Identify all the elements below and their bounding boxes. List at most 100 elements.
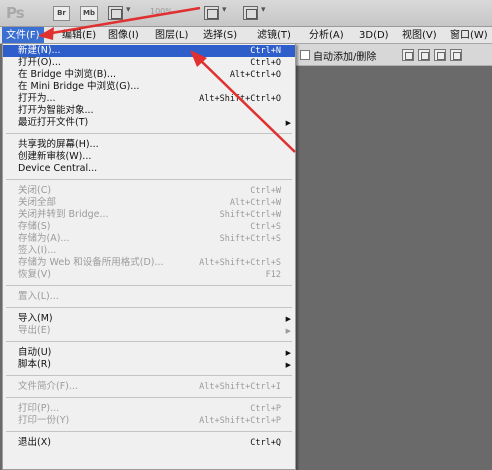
menu-item-close[interactable]: 关闭(C) Ctrl+W [3,185,295,197]
menu-separator [6,285,292,286]
view-extras-icon[interactable] [108,6,123,20]
path-intersect-icon[interactable] [434,49,446,61]
chevron-down-icon[interactable]: ▾ [126,5,131,15]
menu-analysis[interactable]: 分析(A) [305,27,348,44]
menu-separator [6,179,292,180]
menu-item-label: 关闭并转到 Bridge... [18,209,109,220]
menu-item-save[interactable]: 存储(S) Ctrl+S [3,221,295,233]
menu-3d[interactable]: 3D(D) [355,27,393,44]
chevron-down-icon[interactable]: ▾ [261,5,266,15]
menu-item-new-review[interactable]: 创建新审核(W)... [3,151,295,163]
submenu-arrow-icon: ▶ [285,119,291,127]
menu-item-label: 存储为(A)... [18,233,70,244]
menu-layer[interactable]: 图层(L) [151,27,192,44]
menu-item-place[interactable]: 置入(L)... [3,291,295,303]
menu-item-label: 打印(P)... [18,403,60,414]
menu-edit[interactable]: 编辑(E) [58,27,100,44]
menu-item-shortcut: Ctrl+Q [250,438,281,448]
menu-item-label: 打印一份(Y) [18,415,70,426]
menu-item-close-go-to-bridge[interactable]: 关闭并转到 Bridge... Shift+Ctrl+W [3,209,295,221]
menu-file[interactable]: 文件(F) [2,27,44,44]
menu-item-device-central[interactable]: Device Central... [3,163,295,175]
menu-item-shortcut: Alt+Shift+Ctrl+P [199,416,281,426]
submenu-arrow-icon: ▶ [285,361,291,369]
screen-mode-icon[interactable] [243,6,258,20]
menu-item-label: 置入(L)... [18,291,59,302]
mini-bridge-button[interactable]: Mb [80,6,98,21]
menu-item-label: 打开为... [18,93,56,104]
menu-item-shortcut: Alt+Shift+Ctrl+S [199,258,281,268]
path-exclude-icon[interactable] [450,49,462,61]
menu-item-automate[interactable]: 自动(U) ▶ [3,347,295,359]
menu-item-open[interactable]: 打开(O)... Ctrl+O [3,57,295,69]
menu-item-scripts[interactable]: 脚本(R) ▶ [3,359,295,371]
menu-item-shortcut: Alt+Shift+Ctrl+O [199,94,281,104]
menu-item-label: 文件简介(F)... [18,381,78,392]
menu-separator [6,307,292,308]
menu-item-label: 在 Bridge 中浏览(B)... [18,69,116,80]
menu-item-label: 新建(N)... [18,45,61,56]
photoshop-logo: Ps [6,4,25,22]
arrange-documents-icon[interactable] [204,6,219,20]
menu-item-open-as-smart-object[interactable]: 打开为智能对象... [3,105,295,117]
menu-item-label: 创建新审核(W)... [18,151,92,162]
menu-item-import[interactable]: 导入(M) ▶ [3,313,295,325]
menu-separator [6,397,292,398]
menu-item-browse-in-bridge[interactable]: 在 Bridge 中浏览(B)... Alt+Ctrl+O [3,69,295,81]
menu-item-shortcut: Ctrl+S [250,222,281,232]
menu-window[interactable]: 窗口(W) [446,27,492,44]
menu-item-open-as[interactable]: 打开为... Alt+Shift+Ctrl+O [3,93,295,105]
zoom-level[interactable]: 100% [150,7,173,16]
menu-item-label: Device Central... [18,163,98,174]
menu-item-shortcut: Alt+Shift+Ctrl+I [199,382,281,392]
menu-separator [6,133,292,134]
menu-item-recent-files[interactable]: 最近打开文件(T) ▶ [3,117,295,129]
menu-item-label: 导入(M) [18,313,53,324]
menu-item-browse-in-mini-bridge[interactable]: 在 Mini Bridge 中浏览(G)... [3,81,295,93]
chevron-down-icon[interactable]: ▾ [222,5,227,15]
menu-select[interactable]: 选择(S) [199,27,241,44]
menu-item-label: 关闭全部 [18,197,57,208]
menu-item-close-all[interactable]: 关闭全部 Alt+Ctrl+W [3,197,295,209]
menu-item-shortcut: Ctrl+P [250,404,281,414]
menu-item-shortcut: Alt+Ctrl+O [229,70,281,80]
menu-item-shortcut: Ctrl+N [250,46,281,56]
menu-item-save-for-web[interactable]: 存储为 Web 和设备所用格式(D)... Alt+Shift+Ctrl+S [3,257,295,269]
menu-item-revert[interactable]: 恢复(V) F12 [3,269,295,281]
menu-item-export[interactable]: 导出(E) ▶ [3,325,295,337]
menu-separator [6,341,292,342]
auto-add-delete-checkbox[interactable] [300,50,310,60]
menu-item-shortcut: F12 [265,270,281,280]
menu-filter[interactable]: 滤镜(T) [253,27,295,44]
menu-item-label: 退出(X) [18,437,51,448]
menu-item-file-info[interactable]: 文件简介(F)... Alt+Shift+Ctrl+I [3,381,295,393]
menu-view[interactable]: 视图(V) [398,27,441,44]
menu-item-check-in[interactable]: 签入(I)... [3,245,295,257]
menu-item-shortcut: Ctrl+O [250,58,281,68]
menu-item-label: 自动(U) [18,347,52,358]
menu-item-shortcut: Ctrl+W [250,186,281,196]
menu-item-shortcut: Shift+Ctrl+S [219,234,281,244]
auto-add-delete-label: 自动添加/删除 [313,52,377,63]
menu-image[interactable]: 图像(I) [104,27,143,44]
menu-item-save-as[interactable]: 存储为(A)... Shift+Ctrl+S [3,233,295,245]
path-subtract-icon[interactable] [418,49,430,61]
menu-item-label: 导出(E) [18,325,51,336]
app-bar: Ps Br Mb ▾ 100% ▾ ▾ [0,0,492,27]
menu-item-share-screen[interactable]: 共享我的屏幕(H)... [3,139,295,151]
options-bar: 自动添加/删除 [296,44,492,66]
menu-item-label: 关闭(C) [18,185,52,196]
menu-item-label: 恢复(V) [18,269,51,280]
menu-item-print[interactable]: 打印(P)... Ctrl+P [3,403,295,415]
menu-item-label: 打开为智能对象... [18,105,94,116]
path-combine-icon[interactable] [402,49,414,61]
menu-item-label: 打开(O)... [18,57,61,68]
menu-item-label: 脚本(R) [18,359,52,370]
file-menu-dropdown: 新建(N)... Ctrl+N 打开(O)... Ctrl+O 在 Bridge… [2,43,296,470]
menu-item-print-one-copy[interactable]: 打印一份(Y) Alt+Shift+Ctrl+P [3,415,295,427]
menu-item-exit[interactable]: 退出(X) Ctrl+Q [3,437,295,449]
menu-item-new[interactable]: 新建(N)... Ctrl+N [3,45,295,57]
menu-separator [6,375,292,376]
bridge-button[interactable]: Br [53,6,70,21]
submenu-arrow-icon: ▶ [285,315,291,323]
